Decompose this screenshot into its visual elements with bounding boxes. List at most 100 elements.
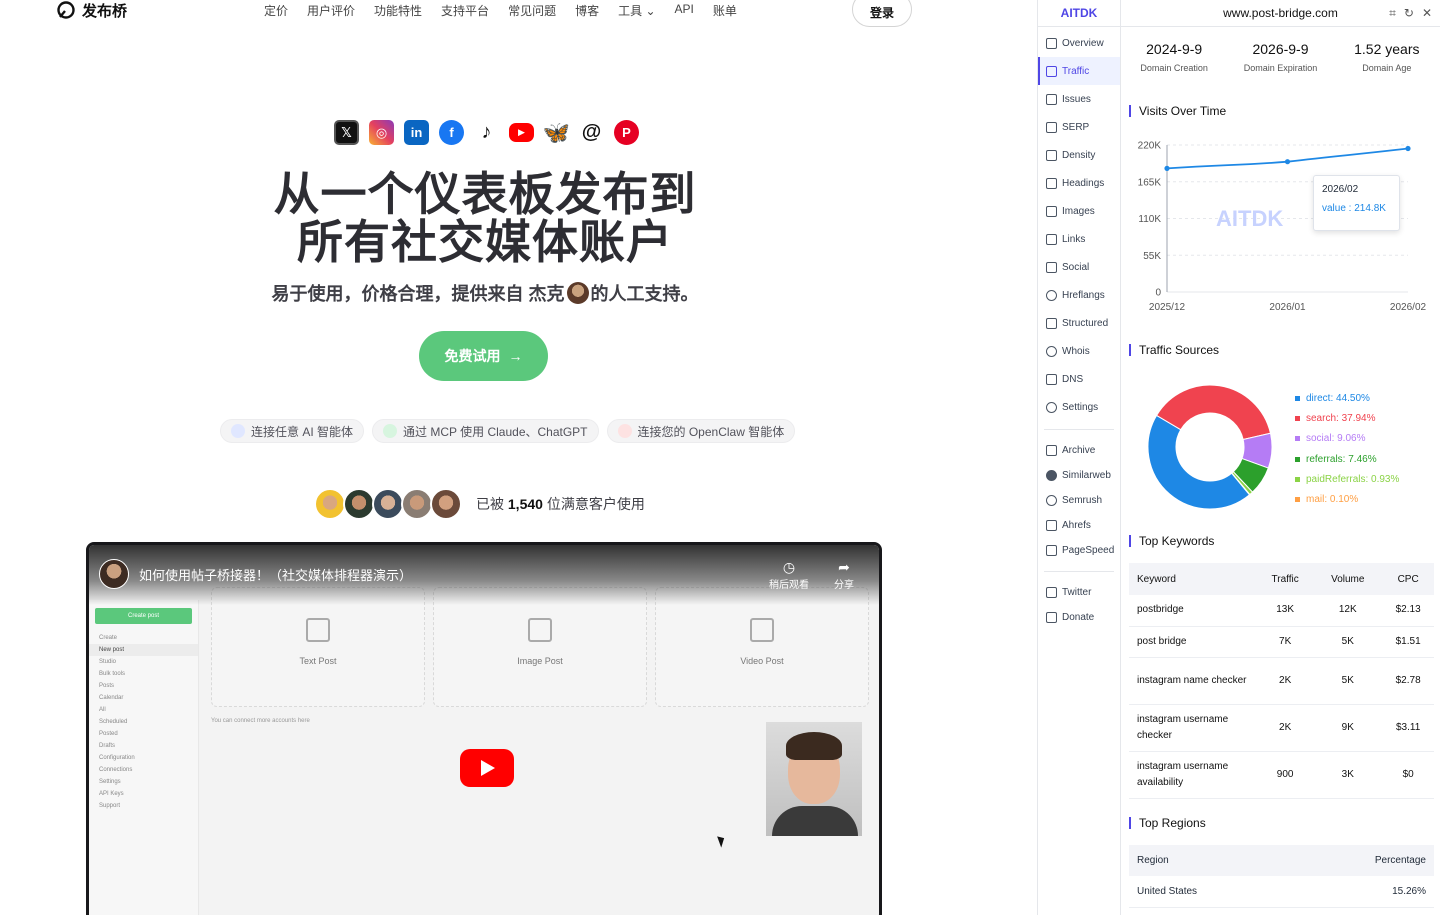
aitdk-donate-link[interactable]: Donate xyxy=(1038,605,1120,630)
table-row[interactable]: instagram username availability 900 3K $0 xyxy=(1129,751,1434,799)
pill-openclaw[interactable]: 连接您的 OpenClaw 智能体 xyxy=(606,419,796,443)
video-sidebar-item: Connections xyxy=(99,767,133,773)
column-header[interactable]: Keyword xyxy=(1129,563,1257,595)
video-title[interactable]: 如何使用帖子桥接器！（社交媒体排程器演示） xyxy=(139,565,412,584)
column-header[interactable]: Traffic xyxy=(1257,563,1314,595)
traffic-chart-icon xyxy=(1046,65,1057,77)
aitdk-footer-label: Donate xyxy=(1062,612,1095,623)
aitdk-brand[interactable]: AITDK xyxy=(1038,0,1120,27)
aitdk-footer-label: Twitter xyxy=(1062,587,1092,598)
aitdk-nav-issues[interactable]: Issues xyxy=(1038,85,1120,113)
customer-avatar xyxy=(343,488,375,520)
customer-count-prefix: 已被 xyxy=(476,496,504,512)
similarweb-icon xyxy=(1046,470,1057,481)
slice-direct xyxy=(1147,414,1251,510)
customer-count-suffix: 位满意客户使用 xyxy=(546,496,645,512)
nav-link-pricing[interactable]: 定价 xyxy=(264,2,288,19)
braces-icon xyxy=(1046,317,1057,329)
tooltip-date: 2026/02 xyxy=(1322,184,1359,195)
aitdk-twitter-link[interactable]: Twitter xyxy=(1038,580,1120,605)
column-header[interactable]: Volume xyxy=(1313,563,1383,595)
aitdk-tool-similarweb[interactable]: Similarweb xyxy=(1038,463,1120,488)
jack-avatar xyxy=(566,282,589,304)
nav-link-faq[interactable]: 常见问题 xyxy=(508,2,556,19)
website: 发布桥 定价 用户评价 功能特性 支持平台 常见问题 博客 工具 ⌄ API 账… xyxy=(0,0,1037,915)
refresh-icon[interactable]: ↻ xyxy=(1404,6,1414,21)
traffic-sources-donut[interactable] xyxy=(1145,382,1275,512)
legend-swatch xyxy=(1295,415,1300,421)
aitdk-nav-structured[interactable]: Structured xyxy=(1038,309,1120,337)
logo-text: 发布桥 xyxy=(82,2,128,20)
divider xyxy=(1044,429,1114,430)
legend-item-social[interactable]: social: 9.06% xyxy=(1295,429,1399,449)
aitdk-tool-ahrefs[interactable]: Ahrefs xyxy=(1038,513,1120,538)
y-tick-label: 0 xyxy=(1155,288,1161,299)
nav-link-platforms[interactable]: 支持平台 xyxy=(441,2,489,19)
table-row[interactable]: instagram username checker 2K 9K $3.11 xyxy=(1129,704,1434,752)
aitdk-tool-pagespeed[interactable]: PageSpeed xyxy=(1038,538,1120,563)
free-trial-button[interactable]: 免费试用 → xyxy=(419,331,548,381)
nav-link-blog[interactable]: 博客 xyxy=(575,2,599,19)
data-point xyxy=(1284,159,1291,165)
nav-link-billing[interactable]: 账单 xyxy=(713,2,737,19)
column-header[interactable]: CPC xyxy=(1382,563,1434,595)
aitdk-tool-label: Similarweb xyxy=(1062,470,1111,481)
aitdk-nav-label: Issues xyxy=(1062,93,1091,105)
aitdk-tool-archive[interactable]: Archive xyxy=(1038,438,1120,463)
legend-item-search[interactable]: search: 37.94% xyxy=(1295,408,1399,428)
aitdk-nav-images[interactable]: Images xyxy=(1038,197,1120,225)
traffic-cell: 2K xyxy=(1257,704,1314,752)
traffic-cell: 2K xyxy=(1257,657,1314,705)
volume-cell: 5K xyxy=(1313,657,1383,705)
close-icon[interactable]: ✕ xyxy=(1422,6,1432,21)
pill-mcp-label: 通过 MCP 使用 Claude、ChatGPT xyxy=(403,424,588,439)
code-icon xyxy=(231,424,245,438)
nav-link-api[interactable]: API xyxy=(675,2,694,19)
aitdk-nav-dns[interactable]: DNS xyxy=(1038,365,1120,393)
crop-icon[interactable]: ⌗ xyxy=(1389,6,1396,21)
table-row[interactable]: instagram name checker 2K 5K $2.78 xyxy=(1129,657,1434,705)
aitdk-nav-traffic[interactable]: Traffic xyxy=(1038,57,1120,85)
nav-link-tools[interactable]: 工具 ⌄ xyxy=(618,2,655,19)
legend-swatch xyxy=(1295,395,1300,401)
nav-link-reviews[interactable]: 用户评价 xyxy=(307,2,355,19)
pill-mcp[interactable]: 通过 MCP 使用 Claude、ChatGPT xyxy=(372,419,599,443)
legend-swatch xyxy=(1295,436,1300,442)
channel-avatar[interactable] xyxy=(99,559,129,589)
legend-item-paidReferrals[interactable]: paidReferrals: 0.93% xyxy=(1295,469,1399,489)
aitdk-nav-overview[interactable]: Overview xyxy=(1038,29,1120,57)
bluesky-icon: 🦋 xyxy=(542,119,571,145)
aitdk-nav-density[interactable]: Density xyxy=(1038,141,1120,169)
aitdk-nav-settings[interactable]: Settings xyxy=(1038,393,1120,421)
video-image-post-card: Image Post xyxy=(433,587,647,707)
column-header[interactable]: Percentage xyxy=(1282,845,1434,876)
legend-item-referrals[interactable]: referrals: 7.46% xyxy=(1295,449,1399,469)
aitdk-nav-headings[interactable]: Headings xyxy=(1038,169,1120,197)
customer-avatar xyxy=(372,488,404,520)
youtube-video-embed[interactable]: Create post Create New post Studio Bulk … xyxy=(86,542,882,915)
pill-ai-agent[interactable]: 连接任意 AI 智能体 xyxy=(220,419,365,443)
aitdk-nav-whois[interactable]: Whois xyxy=(1038,337,1120,365)
aitdk-nav-links[interactable]: Links xyxy=(1038,225,1120,253)
x-tick-label: 2025/12 xyxy=(1149,302,1186,313)
nav-link-features[interactable]: 功能特性 xyxy=(374,2,422,19)
play-button[interactable] xyxy=(460,749,514,787)
legend-item-mail[interactable]: mail: 0.10% xyxy=(1295,489,1399,509)
column-header[interactable]: Region xyxy=(1129,845,1283,876)
aitdk-nav-hreflangs[interactable]: Hreflangs xyxy=(1038,281,1120,309)
aitdk-nav-serp[interactable]: SERP xyxy=(1038,113,1120,141)
free-trial-label: 免费试用 xyxy=(444,348,501,364)
site-logo[interactable]: 发布桥 xyxy=(56,0,127,20)
aitdk-nav-social[interactable]: Social xyxy=(1038,253,1120,281)
share-button[interactable]: ➦ 分享 xyxy=(819,559,869,591)
table-row[interactable]: United States 15.26% xyxy=(1129,876,1434,908)
login-button[interactable]: 登录 xyxy=(852,0,912,27)
aitdk-tool-semrush[interactable]: Semrush xyxy=(1038,488,1120,513)
pinterest-icon: P xyxy=(614,120,639,145)
watch-later-button[interactable]: ◷ 稍后观看 xyxy=(764,559,814,591)
keyword-cell: instagram name checker xyxy=(1129,657,1257,705)
legend-item-direct[interactable]: direct: 44.50% xyxy=(1295,388,1399,408)
table-row[interactable]: postbridge 13K 12K $2.13 xyxy=(1129,595,1434,627)
presenter-body xyxy=(772,806,858,836)
table-row[interactable]: post bridge 7K 5K $1.51 xyxy=(1129,626,1434,658)
